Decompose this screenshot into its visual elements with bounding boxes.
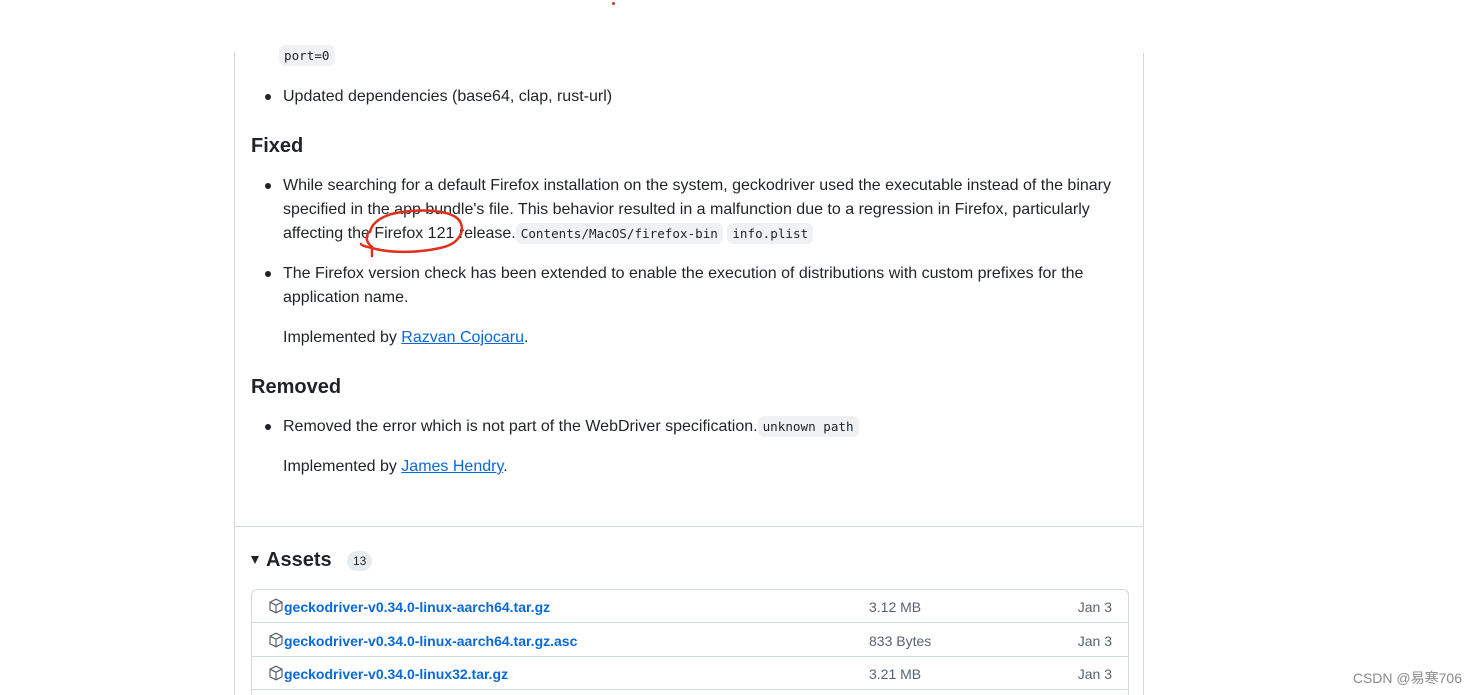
assets-title: Assets [266,549,332,571]
top-code-snippet: port=0 [279,45,335,66]
bullet [265,424,271,430]
asset-date: Jan 3 [1077,666,1112,682]
fixed-item1-line1: While searching for a default Firefox in… [283,177,1112,194]
assets-list: geckodriver-v0.34.0-linux-aarch64.tar.gz… [251,589,1129,695]
removed-heading: Removed [251,376,342,398]
package-icon [269,632,283,648]
author-link-james[interactable]: James Hendry [401,458,503,475]
bullet [265,94,271,100]
code-unknown-path: unknown path [757,416,859,437]
caret-down-icon [251,556,259,564]
package-icon [269,665,283,681]
fixed-item1-line2: specified in the app bundle's file. This… [283,201,1090,218]
annotation-dot [612,2,615,5]
fixed-item1-line3: affecting the Firefox 121 release. Conten… [283,222,814,246]
asset-size: 3.21 MB [869,666,922,682]
code-info-plist: info.plist [727,223,814,244]
fixed-implemented-by: Implemented by Razvan Cojocaru. [283,326,528,350]
asset-date: Jan 3 [1077,599,1112,615]
bullet [265,271,271,277]
asset-row: geckodriver-v0.34.0-linux-aarch64.tar.gz… [252,624,1128,657]
author-link-razvan[interactable]: Razvan Cojocaru [401,329,524,346]
removed-item1-text: Removed the error which is not part of t… [283,418,758,435]
assets-count-badge: 13 [347,551,373,571]
implemented-prefix: Implemented by [283,458,397,475]
section-divider [234,526,1144,527]
asset-download-link[interactable]: geckodriver-v0.34.0-linux-aarch64.tar.gz… [284,631,577,651]
release-page: port=0 Updated dependencies (base64, cla… [0,0,1477,695]
code-contents-macos: Contents/MacOS/firefox-bin [515,223,723,244]
removed-item1: Removed the error which is not part of t… [283,415,859,439]
asset-download-link[interactable]: geckodriver-v0.34.0-linux32.tar.gz [284,664,508,684]
bullet [265,183,271,189]
implemented-suffix: . [503,458,508,475]
fixed-item2-line2: application name. [283,289,409,306]
csdn-watermark: CSDN @易寒706 [1352,670,1462,686]
implemented-suffix: . [524,329,529,346]
fixed-item2-line1: The Firefox version check has been exten… [283,265,1084,282]
asset-row: geckodriver-v0.34.0-linux-aarch64.tar.gz… [252,590,1128,623]
asset-size: 3.12 MB [869,599,922,615]
updated-dependencies-item: Updated dependencies (base64, clap, rust… [283,88,613,105]
package-icon [269,598,283,614]
asset-date: Jan 3 [1077,633,1112,649]
fixed-item1-line3-text: affecting the Firefox 121 release. [283,225,516,242]
fixed-heading: Fixed [251,135,304,157]
asset-download-link[interactable]: geckodriver-v0.34.0-linux-aarch64.tar.gz [284,597,550,617]
asset-size: 833 Bytes [869,633,932,649]
asset-row: geckodriver-v0.34.0-linux32.tar.gz 3.21 … [252,657,1128,690]
removed-implemented-by: Implemented by James Hendry. [283,455,508,479]
implemented-prefix: Implemented by [283,329,397,346]
